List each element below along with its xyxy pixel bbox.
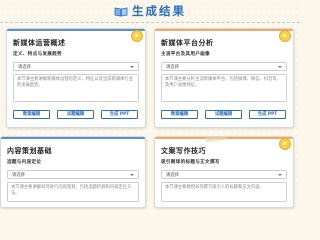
summary-textarea[interactable]: 本节课主要讲解如何进行内容策划，包括选题挖掘和内容定位方法。 [7,182,139,202]
card-subtitle: 定义、特点与发展趋势 [13,52,62,57]
card-title: 新媒体运营概述 [13,38,66,47]
card-subtitle: 主流平台及其用户画像 [161,52,210,57]
chevron-down-icon [278,66,282,68]
card-accent-bar [155,29,293,31]
header-divider [0,22,300,23]
card-title: 文案写作技巧 [161,146,206,155]
summary-text: 本节课主要讲解如何进行内容策划，包括选题挖掘和内容定位方法。 [11,185,132,196]
pin-icon [131,30,143,42]
type-select[interactable]: 请选择 [7,170,139,179]
select-value: 请选择 [166,173,179,178]
card-title: 内容策划基础 [7,146,52,155]
generate-ppt-button[interactable]: 生成 PPT [249,110,286,119]
card-title: 新媒体平台分析 [161,38,214,47]
select-value: 请选择 [12,173,25,178]
summary-text: 本节课主要讲解新媒体运营的定义，特征以及当前新媒体行业的发展趋势。 [17,77,134,88]
type-select[interactable]: 请选择 [13,62,139,71]
page-header: 生成结果 [0,3,300,19]
edit-lesson-plan-button[interactable]: 教案编辑 [13,110,50,119]
summary-textarea[interactable]: 本节课主要分析主流新媒体平台，包括微博、微信、抖音等，及用户画像特征。 [161,74,287,102]
book-icon [114,6,128,17]
type-select[interactable]: 请选择 [161,62,287,71]
lesson-card-3: 内容策划基础 选题与内容定位 请选择 本节课主要讲解如何进行内容策划，包括选题挖… [0,136,146,208]
summary-text: 本节课主要教授如何撰写吸引人的标题和正文内容。 [165,185,264,190]
chevron-down-icon [130,174,134,176]
pin-icon [279,138,291,150]
summary-textarea[interactable]: 本节课主要讲解新媒体运营的定义，特征以及当前新媒体行业的发展趋势。 [13,74,139,102]
summary-text: 本节课主要分析主流新媒体平台，包括微博、微信、抖音等，及用户画像特征。 [165,77,282,88]
edit-questions-button[interactable]: 试题编辑 [205,110,242,119]
card-accent-bar [1,137,145,139]
card-subtitle: 选题与内容定位 [7,160,42,165]
edit-questions-button[interactable]: 试题编辑 [57,110,94,119]
chevron-down-icon [278,174,282,176]
tape-decoration [204,137,228,143]
lesson-card-2: 新媒体平台分析 主流平台及其用户画像 请选择 本节课主要分析主流新媒体平台，包括… [154,28,294,128]
chevron-down-icon [130,66,134,68]
pin-icon [279,30,291,42]
lesson-card-1: 新媒体运营概述 定义、特点与发展趋势 请选择 本节课主要讲解新媒体运营的定义，特… [6,28,146,128]
card-accent-bar [7,29,145,31]
page-title: 生成结果 [132,4,186,18]
summary-textarea[interactable]: 本节课主要教授如何撰写吸引人的标题和正文内容。 [161,182,287,202]
edit-lesson-plan-button[interactable]: 教案编辑 [161,110,198,119]
select-value: 请选择 [18,65,31,70]
generate-ppt-button[interactable]: 生成 PPT [101,110,138,119]
select-value: 请选择 [166,65,179,70]
lesson-card-4: 文案写作技巧 吸引眼球的标题与正文撰写 请选择 本节课主要教授如何撰写吸引人的标… [154,136,294,208]
type-select[interactable]: 请选择 [161,170,287,179]
card-subtitle: 吸引眼球的标题与正文撰写 [161,160,220,165]
